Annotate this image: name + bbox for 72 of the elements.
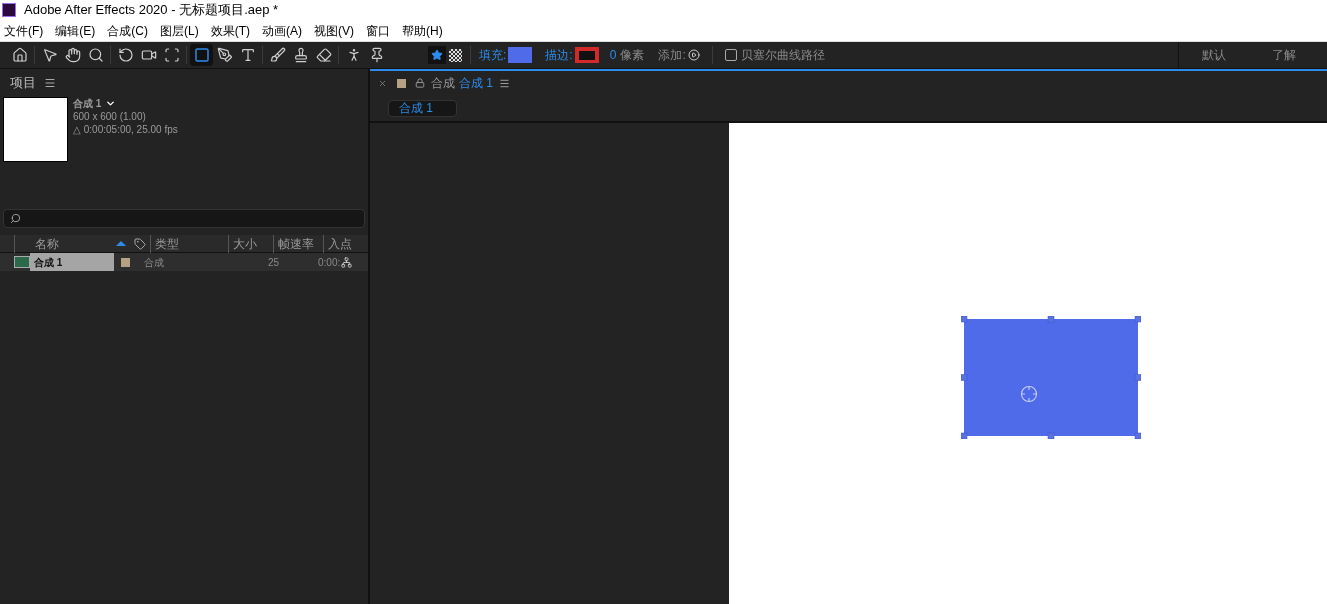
menu-icon[interactable] xyxy=(44,77,56,89)
row-frame-rate: 25 xyxy=(268,255,281,270)
fill-swatch[interactable] xyxy=(508,47,533,63)
stroke-swatch[interactable] xyxy=(574,47,599,63)
breadcrumb-tab[interactable]: 合成 1 xyxy=(388,99,457,117)
camera-icon xyxy=(140,47,157,63)
menu-item[interactable]: 视图(V) xyxy=(314,21,354,40)
stroke-width-value[interactable]: 0 xyxy=(609,46,617,64)
row-name: 合成 1 xyxy=(30,253,114,271)
comp-size: 600 x 600 (1.00) xyxy=(73,110,147,123)
composition-icon xyxy=(14,256,30,268)
menu-item[interactable]: 图层(L) xyxy=(160,21,199,40)
stamp-icon xyxy=(292,47,309,63)
checker-icon[interactable] xyxy=(449,48,462,62)
menu-item[interactable]: 帮助(H) xyxy=(402,21,443,40)
column-header[interactable]: 类型 xyxy=(150,234,228,253)
project-row[interactable]: 合成 1 合成 25 0:00: xyxy=(0,253,368,271)
app-logo-icon xyxy=(2,3,16,17)
menu-item[interactable]: 编辑(E) xyxy=(55,21,96,40)
stroke-label: 描边: xyxy=(545,47,573,64)
label-swatch[interactable] xyxy=(121,257,130,267)
menu-icon[interactable] xyxy=(499,77,510,89)
rotate-icon xyxy=(117,47,134,63)
close-icon[interactable] xyxy=(378,78,387,88)
window-title: Adobe After Effects 2020 - 无标题项目.aep * xyxy=(24,1,279,20)
sort-indicator-icon xyxy=(116,241,126,246)
frame-icon xyxy=(163,47,180,63)
column-header[interactable]: 名称 xyxy=(14,234,130,253)
brush-icon xyxy=(269,47,286,63)
search-icon xyxy=(87,47,104,63)
stroke-unit: 像素 xyxy=(620,47,645,64)
add-label: 添加: xyxy=(658,47,686,64)
pointer-icon xyxy=(41,47,58,63)
home-icon xyxy=(11,47,28,63)
bezier-label: 贝塞尔曲线路径 xyxy=(740,47,825,64)
eraser-icon xyxy=(315,47,332,63)
label-swatch[interactable] xyxy=(397,78,406,88)
comp-name: 合成 1 xyxy=(73,97,102,110)
rectangle-tool[interactable] xyxy=(190,44,213,66)
rectangle-shape[interactable] xyxy=(961,316,1141,439)
menu-item[interactable]: 动画(A) xyxy=(262,21,302,40)
row-in-point: 0:00: xyxy=(318,255,341,270)
panel-tab-name[interactable]: 合成 1 xyxy=(459,74,493,92)
search-field[interactable] xyxy=(3,209,365,228)
column-header[interactable]: 帧速率 xyxy=(273,234,323,253)
add-menu-icon[interactable] xyxy=(687,49,700,61)
workspace-tab[interactable]: 了解 xyxy=(1249,42,1319,68)
menu-item[interactable]: 窗口 xyxy=(366,21,390,40)
menu-item[interactable]: 合成(C) xyxy=(107,21,148,40)
menu-item[interactable]: 文件(F) xyxy=(4,21,44,40)
panel-title[interactable]: 项目 xyxy=(10,73,36,93)
column-header[interactable]: 大小 xyxy=(228,234,273,253)
rectangle-icon xyxy=(193,47,210,63)
label-column-icon xyxy=(134,237,146,250)
star-toggle[interactable] xyxy=(428,46,446,64)
text-icon xyxy=(239,47,256,63)
flowchart-icon[interactable] xyxy=(341,256,353,268)
pen-icon xyxy=(216,47,233,63)
hand-icon xyxy=(64,47,81,63)
lock-icon[interactable] xyxy=(415,78,425,88)
column-header[interactable]: 入点 xyxy=(323,234,352,253)
row-type: 合成 xyxy=(144,255,165,270)
panel-tab-label: 合成 xyxy=(431,75,455,92)
search-icon xyxy=(10,213,21,224)
comp-duration: △ 0:00:05:00, 25.00 fps xyxy=(73,123,178,136)
workspace-tab[interactable]: 默认 xyxy=(1179,42,1249,68)
comp-thumbnail xyxy=(3,97,68,162)
fill-label: 填充: xyxy=(479,47,507,64)
menu-item[interactable]: 效果(T) xyxy=(210,21,250,40)
anchor-point-icon[interactable] xyxy=(1020,385,1038,403)
bezier-checkbox[interactable] xyxy=(724,49,737,61)
dropdown-icon[interactable] xyxy=(105,98,117,109)
